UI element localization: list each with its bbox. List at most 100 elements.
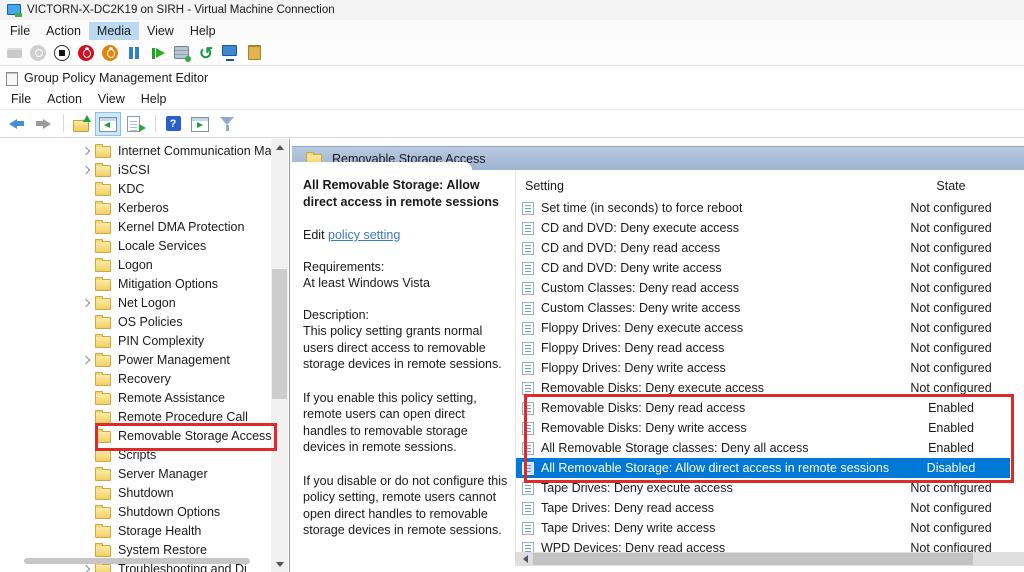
setting-row-all-removable-storage-allow-direct-access-in-remote-sessions[interactable]: All Removable Storage: Allow direct acce… (516, 458, 1010, 478)
gpme-menu-item-action[interactable]: Action (39, 90, 90, 108)
tree-scroll-down-icon[interactable] (271, 556, 288, 572)
folder-icon (95, 393, 111, 405)
tree-item-logon[interactable]: Logon (0, 255, 271, 274)
ctrl-alt-del-icon[interactable] (3, 42, 25, 64)
checkpoint-icon[interactable] (171, 42, 193, 64)
tree-item-storage-health[interactable]: Storage Health (0, 521, 271, 540)
setting-row-floppy-drives-deny-execute-access[interactable]: Floppy Drives: Deny execute accessNot co… (516, 318, 1010, 338)
enhanced-session-icon[interactable] (219, 42, 241, 64)
setting-row-cd-and-dvd-deny-execute-access[interactable]: CD and DVD: Deny execute accessNot confi… (516, 218, 1010, 238)
list-horizontal-scrollbar[interactable] (515, 552, 1024, 566)
setting-row-floppy-drives-deny-read-access[interactable]: Floppy Drives: Deny read accessNot confi… (516, 338, 1010, 358)
expander-chevron-icon[interactable] (82, 564, 90, 572)
turn-off-icon[interactable] (51, 42, 73, 64)
tree-item-system-restore[interactable]: System Restore (0, 540, 271, 559)
list-scroll-left-icon[interactable] (517, 552, 534, 566)
start-icon[interactable] (27, 42, 49, 64)
tree-item-iscsi[interactable]: iSCSI (0, 160, 271, 179)
shut-down-icon[interactable] (75, 42, 97, 64)
revert-icon[interactable] (195, 42, 217, 64)
tree-item-power-management[interactable]: Power Management (0, 350, 271, 369)
setting-row-all-removable-storage-classes-deny-all-access[interactable]: All Removable Storage classes: Deny all … (516, 438, 1010, 458)
expander-chevron-icon[interactable] (82, 355, 90, 363)
reset-icon[interactable] (147, 42, 169, 64)
help-icon[interactable] (161, 113, 185, 135)
column-header-state[interactable]: State (871, 179, 1024, 193)
setting-row-tape-drives-deny-execute-access[interactable]: Tape Drives: Deny execute accessNot conf… (516, 478, 1010, 498)
extended-view-icon[interactable] (188, 113, 212, 135)
tree-item-pin-complexity[interactable]: PIN Complexity (0, 331, 271, 350)
tree-item-shutdown[interactable]: Shutdown (0, 483, 271, 502)
save-state-icon[interactable] (99, 42, 121, 64)
policy-setting-link[interactable]: policy setting (328, 228, 400, 242)
console-tree-icon[interactable] (96, 113, 120, 135)
tree-item-label: Shutdown Options (118, 505, 220, 519)
gpme-menu-item-file[interactable]: File (3, 90, 39, 108)
gpme-menu-item-view[interactable]: View (90, 90, 133, 108)
expander-chevron-icon[interactable] (82, 298, 90, 306)
pause-icon[interactable] (123, 42, 145, 64)
setting-row-custom-classes-deny-read-access[interactable]: Custom Classes: Deny read accessNot conf… (516, 278, 1010, 298)
setting-row-set-time-in-seconds-to-force-reboot[interactable]: Set time (in seconds) to force rebootNot… (516, 198, 1010, 218)
setting-row-removable-disks-deny-write-access[interactable]: Removable Disks: Deny write accessEnable… (516, 418, 1010, 438)
tree-scrollbar-thumb[interactable] (272, 269, 287, 399)
setting-row-removable-disks-deny-execute-access[interactable]: Removable Disks: Deny execute accessNot … (516, 378, 1010, 398)
tree-item-removable-storage-access[interactable]: Removable Storage Access (0, 426, 271, 445)
tree-item-server-manager[interactable]: Server Manager (0, 464, 271, 483)
expander-chevron-icon[interactable] (82, 165, 90, 173)
back-icon[interactable] (4, 113, 28, 135)
folder-icon (95, 374, 111, 386)
tree-item-net-logon[interactable]: Net Logon (0, 293, 271, 312)
tree-item-locale-services[interactable]: Locale Services (0, 236, 271, 255)
policy-setting-icon (522, 242, 534, 255)
column-header-setting[interactable]: Setting (525, 179, 564, 193)
setting-row-removable-disks-deny-read-access[interactable]: Removable Disks: Deny read accessEnabled (516, 398, 1010, 418)
setting-state: Not configured (871, 541, 1024, 552)
vm-menu-item-file[interactable]: File (2, 22, 38, 40)
export-list-icon[interactable] (123, 113, 147, 135)
tree-item-scripts[interactable]: Scripts (0, 445, 271, 464)
gpme-window-title: Group Policy Management Editor (24, 71, 208, 85)
policy-setting-icon (522, 542, 534, 553)
tree-item-os-policies[interactable]: OS Policies (0, 312, 271, 331)
setting-row-cd-and-dvd-deny-write-access[interactable]: CD and DVD: Deny write accessNot configu… (516, 258, 1010, 278)
expander-chevron-icon[interactable] (82, 146, 90, 154)
setting-row-cd-and-dvd-deny-read-access[interactable]: CD and DVD: Deny read accessNot configur… (516, 238, 1010, 258)
policy-setting-icon (522, 202, 534, 215)
folder-icon (95, 203, 111, 215)
tree-item-label: Locale Services (118, 239, 206, 253)
forward-icon[interactable] (31, 113, 55, 135)
setting-row-custom-classes-deny-write-access[interactable]: Custom Classes: Deny write accessNot con… (516, 298, 1010, 318)
tree-item-remote-assistance[interactable]: Remote Assistance (0, 388, 271, 407)
list-scrollbar-thumb[interactable] (533, 553, 973, 565)
gpme-menu-item-help[interactable]: Help (133, 90, 175, 108)
setting-row-floppy-drives-deny-write-access[interactable]: Floppy Drives: Deny write accessNot conf… (516, 358, 1010, 378)
setting-state: Not configured (871, 221, 1024, 235)
vm-menu-item-help[interactable]: Help (182, 22, 224, 40)
up-folder-icon[interactable] (69, 113, 93, 135)
tree-item-internet-communication-ma[interactable]: Internet Communication Ma (0, 141, 271, 160)
tree-horizontal-scrollbar[interactable] (24, 558, 250, 564)
selected-policy-title: All Removable Storage: Allow direct acce… (303, 177, 511, 210)
tree-item-recovery[interactable]: Recovery (0, 369, 271, 388)
vm-menu-item-view[interactable]: View (139, 22, 182, 40)
tree-item-kernel-dma-protection[interactable]: Kernel DMA Protection (0, 217, 271, 236)
share-icon[interactable] (243, 42, 265, 64)
tree-item-kdc[interactable]: KDC (0, 179, 271, 198)
setting-state: Disabled (871, 461, 1024, 475)
tree-item-remote-procedure-call[interactable]: Remote Procedure Call (0, 407, 271, 426)
vm-menu-item-action[interactable]: Action (38, 22, 89, 40)
tree-scroll-up-icon[interactable] (271, 139, 288, 155)
filter-icon[interactable] (215, 113, 239, 135)
tree-vertical-scrollbar[interactable] (271, 139, 288, 572)
tree-item-kerberos[interactable]: Kerberos (0, 198, 271, 217)
setting-row-tape-drives-deny-read-access[interactable]: Tape Drives: Deny read accessNot configu… (516, 498, 1010, 518)
setting-row-wpd-devices-deny-read-access[interactable]: WPD Devices: Deny read accessNot configu… (516, 538, 1010, 552)
setting-row-tape-drives-deny-write-access[interactable]: Tape Drives: Deny write accessNot config… (516, 518, 1010, 538)
tree-item-mitigation-options[interactable]: Mitigation Options (0, 274, 271, 293)
vm-menu-item-media[interactable]: Media (89, 22, 139, 40)
tree-item-shutdown-options[interactable]: Shutdown Options (0, 502, 271, 521)
setting-name: Floppy Drives: Deny write access (541, 361, 726, 375)
setting-name: Custom Classes: Deny read access (541, 281, 739, 295)
folder-icon (95, 469, 111, 481)
